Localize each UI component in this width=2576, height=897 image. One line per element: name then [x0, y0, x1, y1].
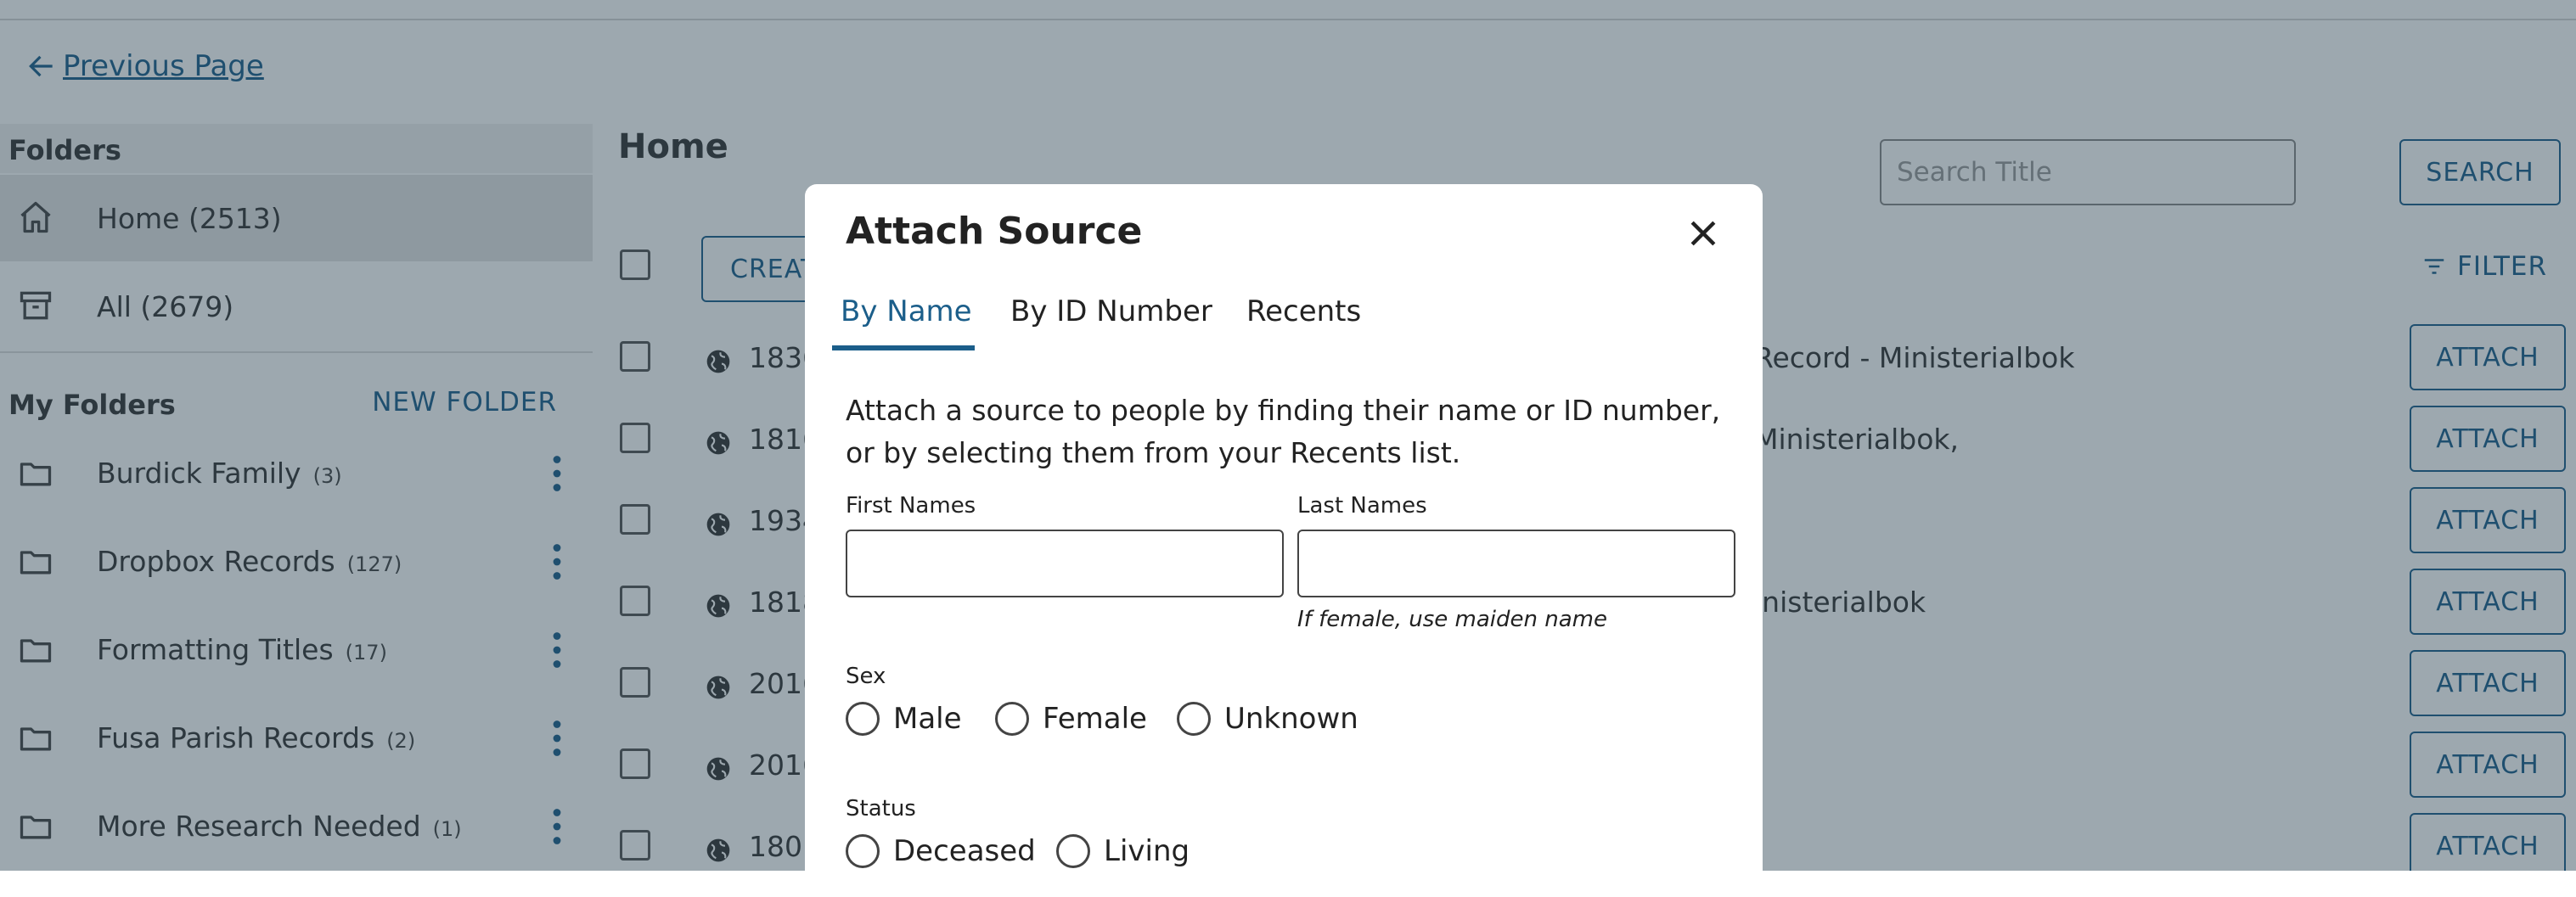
dialog-tabs: By Name By ID Number Recents — [832, 294, 1732, 350]
dialog-title: Attach Source — [846, 210, 1143, 253]
first-names-label: First Names — [846, 493, 976, 519]
active-tab-indicator — [832, 345, 975, 350]
sex-radio-female[interactable]: Female — [995, 702, 1147, 736]
radio-circle[interactable] — [846, 702, 880, 736]
radio-circle[interactable] — [1056, 834, 1090, 868]
status-radio-living[interactable]: Living — [1056, 834, 1190, 868]
tab-by-name[interactable]: By Name — [841, 294, 972, 328]
radio-label: Female — [1043, 702, 1147, 736]
dialog-description: Attach a source to people by finding the… — [846, 394, 1721, 469]
sex-radio-male[interactable]: Male — [846, 702, 962, 736]
tab-recents[interactable]: Recents — [1246, 294, 1361, 328]
last-names-input[interactable] — [1297, 530, 1735, 597]
sex-radio-unknown[interactable]: Unknown — [1177, 702, 1358, 736]
sex-label: Sex — [846, 664, 886, 689]
last-names-label: Last Names — [1297, 493, 1427, 519]
radio-circle[interactable] — [846, 834, 880, 868]
radio-label: Unknown — [1224, 702, 1358, 736]
close-icon[interactable] — [1685, 215, 1722, 252]
status-label: Status — [846, 796, 916, 821]
radio-label: Deceased — [893, 834, 1036, 868]
radio-circle[interactable] — [1177, 702, 1211, 736]
tab-by-id-number[interactable]: By ID Number — [1010, 294, 1212, 328]
radio-label: Male — [893, 702, 962, 736]
status-radio-deceased[interactable]: Deceased — [846, 834, 1036, 868]
first-names-input[interactable] — [846, 530, 1284, 597]
radio-label: Living — [1104, 834, 1190, 868]
attach-source-dialog: Attach Source By Name By ID Number Recen… — [805, 184, 1763, 897]
last-names-hint: If female, use maiden name — [1297, 607, 1607, 632]
radio-circle[interactable] — [995, 702, 1029, 736]
